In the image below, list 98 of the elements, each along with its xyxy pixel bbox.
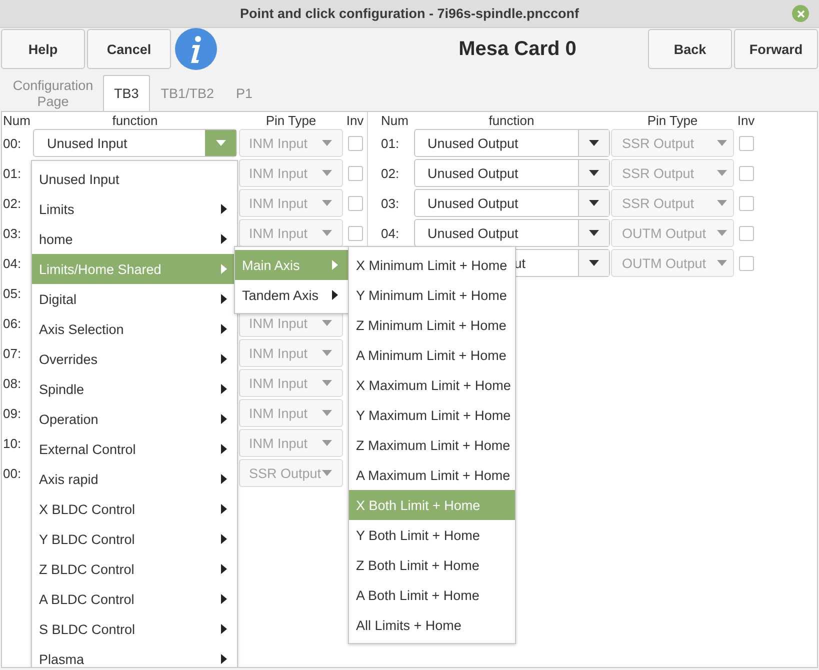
menu-item[interactable]: S BLDC Control	[32, 614, 237, 644]
close-icon	[796, 10, 804, 18]
pin-number: 01:	[3, 166, 22, 180]
column-header: Pin Type	[647, 113, 698, 128]
window-title: Point and click configuration - 7i96s-spindle.pncconf	[240, 6, 580, 21]
menu-item[interactable]: Digital	[32, 284, 237, 314]
menu-item[interactable]: Axis Selection	[32, 314, 237, 344]
menu-item[interactable]: Z Both Limit + Home	[349, 550, 515, 580]
caret-icon	[322, 440, 332, 446]
menu-item[interactable]: Plasma	[32, 644, 237, 667]
menu-item[interactable]: Z Maximum Limit + Home	[349, 430, 515, 460]
pin-number: 05:	[3, 286, 22, 300]
menu-item[interactable]: Z Minimum Limit + Home	[349, 310, 515, 340]
caret-icon	[588, 140, 598, 146]
toolbar-button[interactable]: Forward	[734, 29, 818, 69]
menu-item[interactable]: A Both Limit + Home	[349, 580, 515, 610]
invert-checkbox[interactable]	[738, 166, 754, 180]
caret-icon	[717, 140, 727, 146]
caret-icon	[322, 470, 332, 476]
caret-icon	[216, 140, 226, 146]
menu-item[interactable]: Y Minimum Limit + Home	[349, 280, 515, 310]
pin-number: 06:	[3, 316, 22, 330]
caret-icon	[717, 200, 727, 206]
pin-number: 08:	[3, 376, 22, 390]
caret-icon	[717, 230, 727, 236]
pin-number: 09:	[3, 406, 22, 420]
tab[interactable]: TB3	[103, 75, 150, 111]
function-dropdown[interactable]: Unused Output	[414, 219, 610, 247]
column-header: Num	[381, 113, 408, 128]
pin-number: 04:	[3, 256, 22, 270]
caret-icon	[588, 260, 598, 266]
column-header: Inv	[737, 113, 755, 128]
page-heading: Mesa Card 0	[458, 38, 578, 60]
caret-icon	[322, 200, 332, 206]
menu-item[interactable]: A BLDC Control	[32, 584, 237, 614]
invert-checkbox[interactable]	[348, 196, 362, 210]
function-dropdown[interactable]: Unused Input	[33, 129, 237, 157]
caret-icon	[717, 170, 727, 176]
toolbar-button[interactable]: Help	[1, 29, 85, 69]
column-header: function	[488, 113, 534, 128]
pin-number: 02:	[3, 196, 22, 210]
toolbar-button[interactable]: Back	[648, 29, 732, 69]
menu-item[interactable]: All Limits + Home	[349, 610, 515, 640]
column-header: Pin Type	[266, 113, 316, 128]
pin-number: 07:	[3, 346, 22, 360]
menu-item[interactable]: A Minimum Limit + Home	[349, 340, 515, 370]
menu-item[interactable]: Tandem Axis	[235, 280, 348, 310]
close-button[interactable]	[792, 5, 809, 22]
toolbar-button[interactable]: Cancel	[87, 29, 171, 69]
function-dropdown[interactable]: Unused Output	[414, 159, 610, 187]
invert-checkbox[interactable]	[738, 196, 754, 210]
menu-item[interactable]: X BLDC Control	[32, 494, 237, 524]
invert-checkbox[interactable]	[738, 256, 754, 270]
pin-number: 02:	[381, 166, 400, 180]
menu-item[interactable]: X Minimum Limit + Home	[349, 250, 515, 280]
function-dropdown[interactable]: Unused Output	[414, 129, 610, 157]
menu-item[interactable]: Y BLDC Control	[32, 524, 237, 554]
menu-item[interactable]: Overrides	[32, 344, 237, 374]
caret-icon	[322, 170, 332, 176]
caret-icon	[588, 230, 598, 236]
pin-number: 10:	[3, 436, 22, 450]
invert-checkbox[interactable]	[738, 136, 754, 150]
menu-item[interactable]: Y Maximum Limit + Home	[349, 400, 515, 430]
column-header: Num	[3, 113, 30, 128]
menu-item[interactable]: home	[32, 224, 237, 254]
pin-number: 01:	[381, 136, 400, 150]
column-header: Inv	[346, 113, 364, 128]
pin-number: 04:	[381, 226, 400, 240]
menu-item[interactable]: Operation	[32, 404, 237, 434]
menu-item[interactable]: Limits	[32, 194, 237, 224]
menu-item[interactable]: Spindle	[32, 374, 237, 404]
menu-item[interactable]: Unused Input	[32, 164, 237, 194]
caret-icon	[322, 140, 332, 146]
caret-icon	[322, 380, 332, 386]
column-header: function	[112, 113, 158, 128]
pin-number: 00:	[3, 136, 22, 150]
caret-icon	[588, 170, 598, 176]
caret-icon	[322, 410, 332, 416]
pin-number: 03:	[381, 196, 400, 210]
pin-number: 00:	[3, 466, 22, 480]
invert-checkbox[interactable]	[348, 166, 362, 180]
caret-icon	[322, 350, 332, 356]
invert-checkbox[interactable]	[348, 226, 362, 240]
menu-item[interactable]: A Maximum Limit + Home	[349, 460, 515, 490]
menu-item[interactable]: Axis rapid	[32, 464, 237, 494]
caret-icon	[717, 260, 727, 266]
menu-item[interactable]: Y Both Limit + Home	[349, 520, 515, 550]
invert-checkbox[interactable]	[348, 136, 362, 150]
info-icon	[175, 28, 217, 70]
invert-checkbox[interactable]	[738, 226, 754, 240]
menu-item[interactable]: X Maximum Limit + Home	[349, 370, 515, 400]
pin-number: 03:	[3, 226, 22, 240]
function-dropdown[interactable]: Unused Output	[414, 189, 610, 217]
menu-item[interactable]: External Control	[32, 434, 237, 464]
caret-icon	[322, 320, 332, 326]
caret-icon	[588, 200, 598, 206]
menu-item[interactable]: Z BLDC Control	[32, 554, 237, 584]
caret-icon	[322, 230, 332, 236]
